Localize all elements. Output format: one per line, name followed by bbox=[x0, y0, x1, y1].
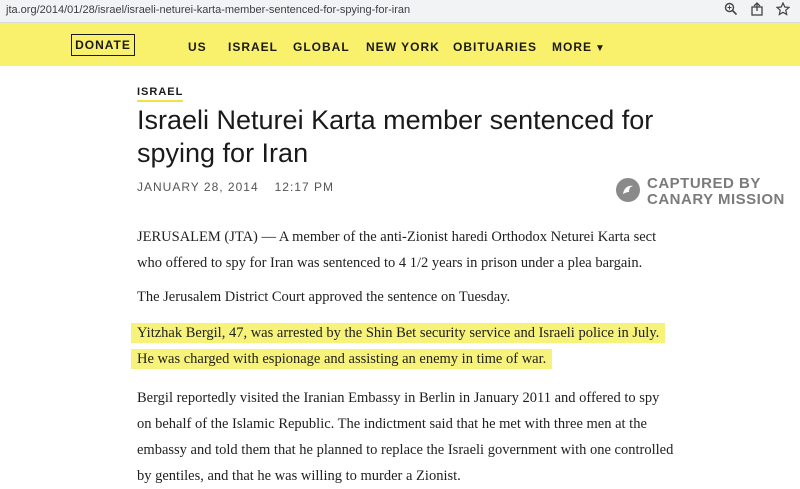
section-tag[interactable]: ISRAEL bbox=[137, 86, 184, 102]
chevron-down-icon: ▼ bbox=[595, 43, 606, 54]
nav-item-more[interactable]: MORE ▼ bbox=[552, 40, 606, 54]
article-headline: Israeli Neturei Karta member sentenced f… bbox=[137, 105, 654, 168]
watermark-text: CAPTURED BY CANARY MISSION bbox=[647, 176, 785, 208]
canary-mission-watermark: CAPTURED BY CANARY MISSION bbox=[615, 176, 785, 208]
article-paragraph: JERUSALEM (JTA) — A member of the anti-Z… bbox=[137, 229, 657, 271]
nav-item-us[interactable]: US bbox=[188, 40, 207, 54]
browser-address-bar[interactable]: jta.org/2014/01/28/israel/israeli-neture… bbox=[0, 0, 800, 23]
bookmark-star-icon[interactable] bbox=[776, 2, 790, 16]
address-bar-actions bbox=[724, 2, 790, 16]
article-paragraph-highlighted: Yitzhak Bergil, 47, was arrested by the … bbox=[131, 320, 667, 372]
nav-item-israel[interactable]: ISRAEL bbox=[228, 40, 278, 54]
site-navbar: DONATE US ISRAEL GLOBAL NEW YORK OBITUAR… bbox=[0, 23, 800, 66]
watermark-line-1: CAPTURED BY bbox=[647, 175, 761, 192]
article-time: 12:17 PM bbox=[274, 180, 334, 194]
article-date: JANUARY 28, 2014 bbox=[137, 180, 259, 194]
nav-item-obituaries[interactable]: OBITUARIES bbox=[453, 40, 537, 54]
nav-item-global[interactable]: GLOBAL bbox=[293, 40, 350, 54]
url-text[interactable]: jta.org/2014/01/28/israel/israeli-neture… bbox=[6, 4, 410, 16]
donate-button[interactable]: DONATE bbox=[71, 34, 135, 56]
article-dateline: JANUARY 28, 2014 12:17 PM bbox=[137, 180, 334, 194]
zoom-icon[interactable] bbox=[724, 2, 738, 16]
canary-logo-icon bbox=[615, 177, 641, 208]
watermark-line-2: CANARY MISSION bbox=[647, 191, 785, 208]
article-paragraph: Bergil reportedly visited the Iranian Em… bbox=[137, 390, 674, 484]
share-icon[interactable] bbox=[750, 2, 764, 16]
nav-item-new-york[interactable]: NEW YORK bbox=[366, 40, 440, 54]
nav-more-label: MORE bbox=[552, 40, 592, 54]
highlighted-text: Yitzhak Bergil, 47, was arrested by the … bbox=[131, 323, 666, 369]
article-paragraph: The Jerusalem District Court approved th… bbox=[137, 289, 511, 305]
